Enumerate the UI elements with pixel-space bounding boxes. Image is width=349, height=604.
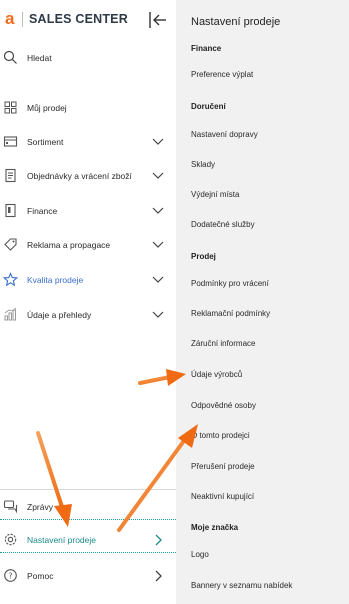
sidebar-item-quality[interactable]: Kvalita prodeje: [0, 267, 176, 293]
panel-title: Nastavení prodeje: [191, 16, 281, 28]
link-logo[interactable]: Logo: [191, 550, 209, 559]
section-heading-finance: Finance: [191, 44, 222, 53]
chevron-right-icon: [155, 534, 162, 546]
logo-mark: a: [5, 9, 15, 28]
sidebar-item-label: Hledat: [27, 53, 52, 63]
logo-divider: [22, 11, 23, 27]
chevron-down-icon: [152, 276, 164, 283]
sidebar-item-finance[interactable]: Finance: [0, 198, 176, 224]
link-responsible-persons[interactable]: Odpovědné osoby: [191, 401, 256, 410]
sidebar-divider: [0, 489, 176, 490]
sidebar-item-my-sales[interactable]: Můj prodej: [0, 95, 176, 121]
link-shipping-settings[interactable]: Nastavení dopravy: [191, 130, 258, 139]
sidebar-item-advertising[interactable]: Reklama a propagace: [0, 232, 176, 258]
settings-panel: Nastavení prodeje Finance Preference výp…: [176, 0, 349, 604]
section-heading-delivery: Doručení: [191, 102, 226, 111]
sidebar-item-messages[interactable]: Zprávy: [0, 494, 176, 520]
document-icon: [5, 168, 16, 183]
sidebar-item-label: Sortiment: [27, 137, 64, 147]
link-sales-pause[interactable]: Přerušení prodeje: [191, 462, 255, 471]
sidebar-item-label: Můj prodej: [27, 103, 67, 113]
app-title: SALES CENTER: [29, 12, 128, 26]
link-warehouses[interactable]: Sklady: [191, 160, 215, 169]
finance-icon: [5, 203, 16, 218]
link-payout-preferences[interactable]: Preference výplat: [191, 70, 253, 79]
help-icon: ?: [4, 569, 17, 582]
grid-icon: [4, 101, 17, 114]
link-offer-banners[interactable]: Bannery v seznamu nabídek: [191, 581, 292, 590]
sidebar-item-label: Reklama a propagace: [27, 240, 111, 250]
chevron-down-icon: [152, 311, 164, 318]
sidebar: a SALES CENTER Hledat Můj prodej Sortime…: [0, 0, 176, 604]
sidebar-item-label: Údaje a přehledy: [27, 310, 92, 320]
chevron-down-icon: [152, 241, 164, 248]
chevron-down-icon: [152, 172, 164, 179]
sidebar-item-label: Objednávky a vrácení zboží: [27, 171, 132, 181]
star-icon: [3, 272, 18, 287]
link-warranty-info[interactable]: Záruční informace: [191, 339, 255, 348]
section-heading-sales: Prodej: [191, 252, 216, 261]
link-additional-services[interactable]: Dodatečné služby: [191, 220, 255, 229]
section-heading-my-brand: Moje značka: [191, 523, 239, 532]
sidebar-item-orders[interactable]: Objednávky a vrácení zboží: [0, 163, 176, 189]
brand-logo[interactable]: a SALES CENTER: [5, 9, 128, 28]
chevron-down-icon: [152, 207, 164, 214]
link-about-seller[interactable]: O tomto prodejci: [191, 431, 250, 440]
collapse-sidebar-icon[interactable]: [148, 11, 168, 29]
sidebar-item-label: Kvalita prodeje: [27, 275, 84, 285]
sidebar-item-sales-settings[interactable]: Nastavení prodeje: [0, 527, 176, 553]
sidebar-item-label: Nastavení prodeje: [27, 535, 96, 545]
link-pickup-points[interactable]: Výdejní místa: [191, 190, 239, 199]
sidebar-item-label: Zprávy: [27, 502, 53, 512]
sidebar-item-assortment[interactable]: Sortiment: [0, 129, 176, 155]
sidebar-item-label: Finance: [27, 206, 58, 216]
link-complaint-conditions[interactable]: Reklamační podmínky: [191, 309, 270, 318]
active-item-border: [0, 552, 176, 553]
sidebar-item-help[interactable]: ? Pomoc: [0, 563, 176, 589]
chat-icon: [3, 500, 18, 514]
search-icon: [3, 50, 17, 64]
sidebar-item-data[interactable]: Údaje a přehledy: [0, 302, 176, 328]
chevron-right-icon: [155, 570, 162, 582]
active-item-border: [0, 519, 176, 520]
box-icon: [3, 136, 18, 147]
chart-icon: [4, 307, 17, 321]
gear-icon: [4, 533, 17, 546]
sidebar-item-label: Pomoc: [27, 571, 54, 581]
link-return-conditions[interactable]: Podmínky pro vrácení: [191, 279, 269, 288]
sidebar-item-search[interactable]: Hledat: [0, 45, 176, 71]
tag-icon: [4, 238, 17, 251]
link-manufacturer-data[interactable]: Údaje výrobců: [191, 370, 242, 379]
svg-text:?: ?: [8, 572, 12, 581]
chevron-down-icon: [152, 138, 164, 145]
link-inactive-buyers[interactable]: Neaktivní kupující: [191, 492, 254, 501]
